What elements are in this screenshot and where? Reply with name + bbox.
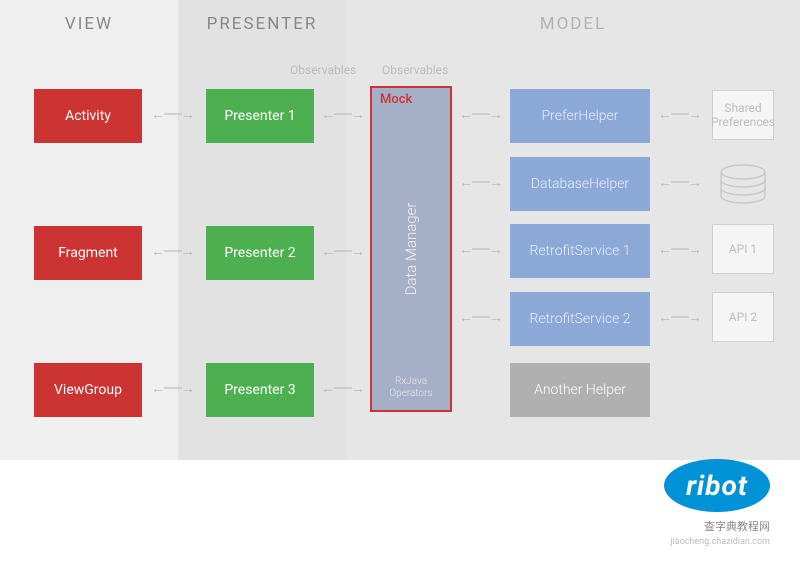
box-presenter-1: Presenter 1 [206, 89, 314, 143]
observables-label-datamanager: Observables [382, 63, 448, 77]
arrow-r1-ext: ←——→ [658, 243, 700, 257]
data-manager-title: Data Manager [402, 203, 420, 296]
box-activity: Activity [34, 89, 142, 143]
ribot-logo: ribot [664, 459, 770, 512]
observables-label-presenter: Observables [290, 63, 356, 77]
box-data-manager: Mock Data Manager RxJava Operators [370, 86, 452, 412]
arrow-dm-r1: ←——→ [459, 243, 501, 257]
box-viewgroup: ViewGroup [34, 363, 142, 417]
box-prefer-helper: PreferHelper [510, 89, 650, 143]
box-presenter-2: Presenter 2 [206, 226, 314, 280]
header-model: MODEL [346, 14, 800, 34]
header-presenter: PRESENTER [178, 14, 346, 34]
data-manager-subtitle: RxJava Operators [372, 376, 450, 400]
box-api-2: API 2 [712, 292, 774, 342]
box-shared-preferences: Shared Preferences [712, 90, 774, 140]
arrow-db-ext: ←——→ [658, 176, 700, 190]
arrow-dm-prefer: ←——→ [459, 108, 501, 122]
box-api-1: API 1 [712, 224, 774, 274]
arrow-prefer-ext: ←——→ [658, 108, 700, 122]
logo-block: ribot 查字典教程网 jiaocheng.chazidian.com [664, 459, 770, 547]
box-another-helper: Another Helper [510, 363, 650, 417]
arrow-view-presenter-3: ←——→ [151, 382, 193, 396]
box-presenter-3: Presenter 3 [206, 363, 314, 417]
box-retrofit-service-2: RetrofitService 2 [510, 292, 650, 346]
database-icon [716, 164, 770, 208]
arrow-dm-db: ←——→ [459, 176, 501, 190]
arrow-dm-r2: ←——→ [459, 311, 501, 325]
data-manager-mock-label: Mock [380, 92, 412, 107]
arrow-presenter-dm-3: ←——→ [321, 382, 363, 396]
arrow-view-presenter-2: ←——→ [151, 245, 193, 259]
header-view: VIEW [0, 14, 178, 34]
arrow-presenter-dm-1: ←——→ [321, 108, 363, 122]
box-retrofit-service-1: RetrofitService 1 [510, 224, 650, 278]
arrow-view-presenter-1: ←——→ [151, 108, 193, 122]
arrow-presenter-dm-2: ←——→ [321, 245, 363, 259]
logo-subtitle: 查字典教程网 jiaocheng.chazidian.com [664, 518, 770, 547]
arrow-r2-ext: ←——→ [658, 311, 700, 325]
box-database-helper: DatabaseHelper [510, 157, 650, 211]
box-fragment: Fragment [34, 226, 142, 280]
